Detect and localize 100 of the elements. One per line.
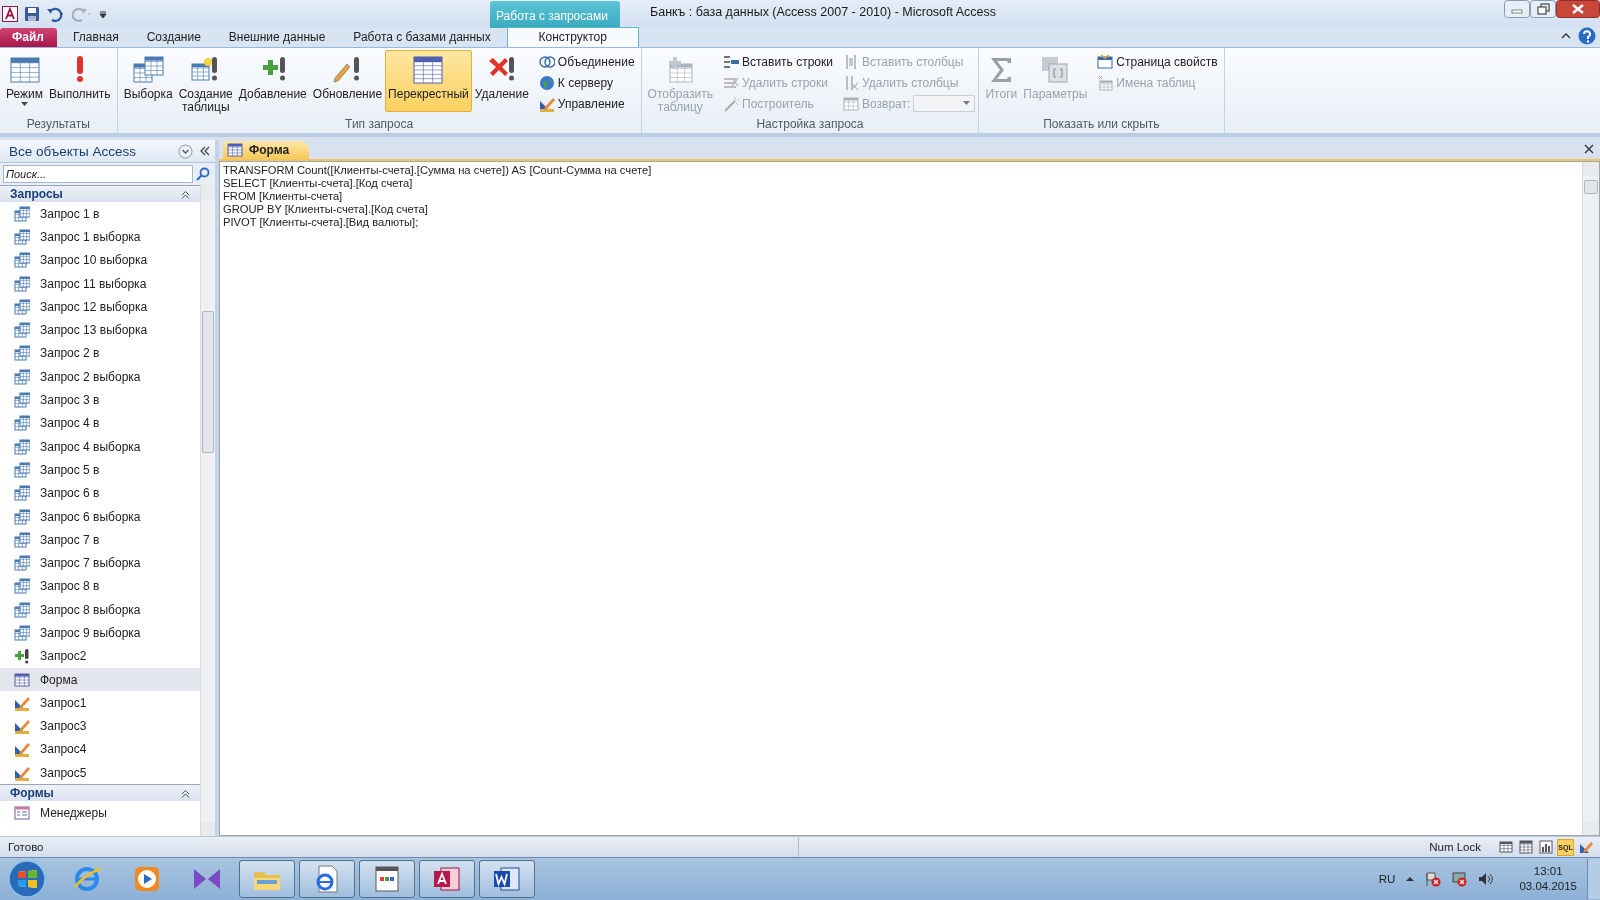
nav-item[interactable]: Запрос 4 в [0,411,200,435]
nav-item[interactable]: Запрос 7 в [0,528,200,552]
ribbon-button[interactable]: Управление [535,93,638,114]
nav-item[interactable]: Запрос 6 в [0,481,200,505]
ribbon-tab[interactable]: Конструктор [506,27,639,47]
scrollbar[interactable] [1582,162,1599,835]
ribbon-tab[interactable]: Работа с базами данных [341,28,503,47]
ribbon-button[interactable]: Режим [3,50,46,112]
query-icon [14,578,30,595]
network-warning-icon[interactable] [1451,871,1468,887]
query-icon [14,205,30,222]
nav-item[interactable]: Запрос 1 в [0,202,200,226]
document-tab[interactable]: Форма [223,141,310,159]
nav-item[interactable]: Запрос 12 выборка [0,295,200,319]
view-button[interactable] [1537,838,1554,856]
table-names-icon [1097,74,1114,91]
ribbon-tab[interactable]: Внешние данные [216,28,338,47]
restore-button[interactable] [1530,0,1556,18]
query-icon [14,438,30,455]
collapse-icon [181,189,190,199]
taskbar-button[interactable] [239,860,295,898]
nav-item[interactable]: Запрос 13 выборка [0,318,200,342]
nav-item[interactable]: Запрос 2 выборка [0,365,200,389]
query-icon [14,508,30,525]
nav-item[interactable]: Запрос 4 выборка [0,434,200,459]
nav-item[interactable]: Запрос 3 в [0,388,200,412]
language-indicator[interactable]: RU [1378,873,1396,885]
group-label: Показать или скрыть [1042,117,1161,133]
property-sheet-icon [1097,53,1114,70]
query-icon [14,555,30,572]
ribbon-button[interactable]: К серверу [535,72,638,93]
flag-warning-icon[interactable] [1425,871,1442,887]
view-button[interactable] [1497,838,1514,856]
nav-item[interactable]: Запрос 7 выборка [0,551,200,575]
nav-item[interactable]: Запрос1 [0,691,200,715]
globe-icon [538,74,555,91]
nav-item[interactable]: Запрос4 [0,737,200,762]
search-field[interactable]: Поиск... [3,165,193,183]
search-icon[interactable] [196,167,210,181]
clock-date[interactable]: 03.04.2015 [1519,879,1577,894]
group-header[interactable]: Формы [0,784,200,802]
group-header[interactable]: Запросы [0,185,200,202]
grid-icon [227,142,243,158]
query-icon [14,322,30,339]
close-button[interactable] [1556,0,1600,18]
dropdown-field[interactable] [913,95,976,112]
ruler-pencil-icon [14,764,30,781]
app-icon[interactable] [2,6,18,22]
taskbar-button[interactable] [479,860,535,898]
view-button[interactable] [1517,838,1534,856]
nav-item[interactable]: Запрос 11 выборка [0,271,200,296]
nav-item[interactable]: Запрос 9 выборка [0,621,200,645]
nav-item[interactable]: Форма [0,667,200,692]
scrollbar[interactable] [200,185,215,836]
nav-item[interactable]: Запрос 10 выборка [0,248,200,272]
taskbar-button[interactable] [359,860,415,898]
nav-item[interactable]: Запрос 5 в [0,458,200,482]
grid-icon [14,671,30,688]
nav-item[interactable]: Запрос 1 выборка [0,225,200,249]
volume-icon[interactable] [1477,871,1494,887]
start-button[interactable] [7,859,47,899]
ribbon-button[interactable]: Страница свойств [1094,51,1221,72]
ribbon-button[interactable]: Выполнить [46,50,114,112]
nav-item[interactable]: Запрос3 [0,714,200,738]
dropdown-icon[interactable] [178,143,193,159]
nav-item[interactable]: Запрос2 [0,644,200,668]
ribbon-button[interactable]: Создание таблицы [175,50,236,112]
ruler-pencil-icon [14,741,30,758]
ribbon-button[interactable]: Добавление [235,50,310,112]
num-lock-indicator: Num Lock [1429,841,1481,853]
taskbar-button[interactable] [299,860,355,898]
show-hidden-icons[interactable] [1405,874,1416,884]
collapse-pane-icon[interactable] [199,145,211,157]
help-icon[interactable] [1578,27,1596,45]
nav-item[interactable]: Запрос 8 выборка [0,598,200,622]
close-icon[interactable] [1584,144,1594,154]
file-tab[interactable]: Файл [0,28,57,47]
nav-item[interactable]: Запрос 8 в [0,574,200,599]
undo-icon[interactable] [46,6,66,22]
ribbon-button[interactable]: Объединение [535,51,638,72]
query-icon [14,531,30,548]
nav-item[interactable]: Менеджеры [0,801,200,825]
group-label: Результаты [25,117,91,133]
ribbon-button[interactable]: Выборка [120,50,176,112]
query-icon [14,601,30,618]
ribbon-tab[interactable]: Главная [61,28,131,47]
nav-item[interactable]: Запрос 6 выборка [0,504,200,529]
rings-icon [538,53,555,70]
query-icon [14,392,30,408]
nav-item[interactable]: Запрос 2 в [0,341,200,366]
ribbon-button[interactable]: Вставить строки [720,51,836,72]
ribbon-tab[interactable]: Создание [134,28,213,47]
save-icon[interactable] [24,6,40,22]
ribbon-button[interactable]: Перекрестный [385,50,472,112]
ribbon-button[interactable]: Удаление [471,50,532,112]
taskbar-button[interactable] [419,860,475,898]
ribbon-button[interactable]: Обновление [309,50,386,112]
query-icon [14,275,30,292]
nav-item[interactable]: Запрос5 [0,761,200,785]
clock-time[interactable]: 13:01 [1533,864,1563,879]
